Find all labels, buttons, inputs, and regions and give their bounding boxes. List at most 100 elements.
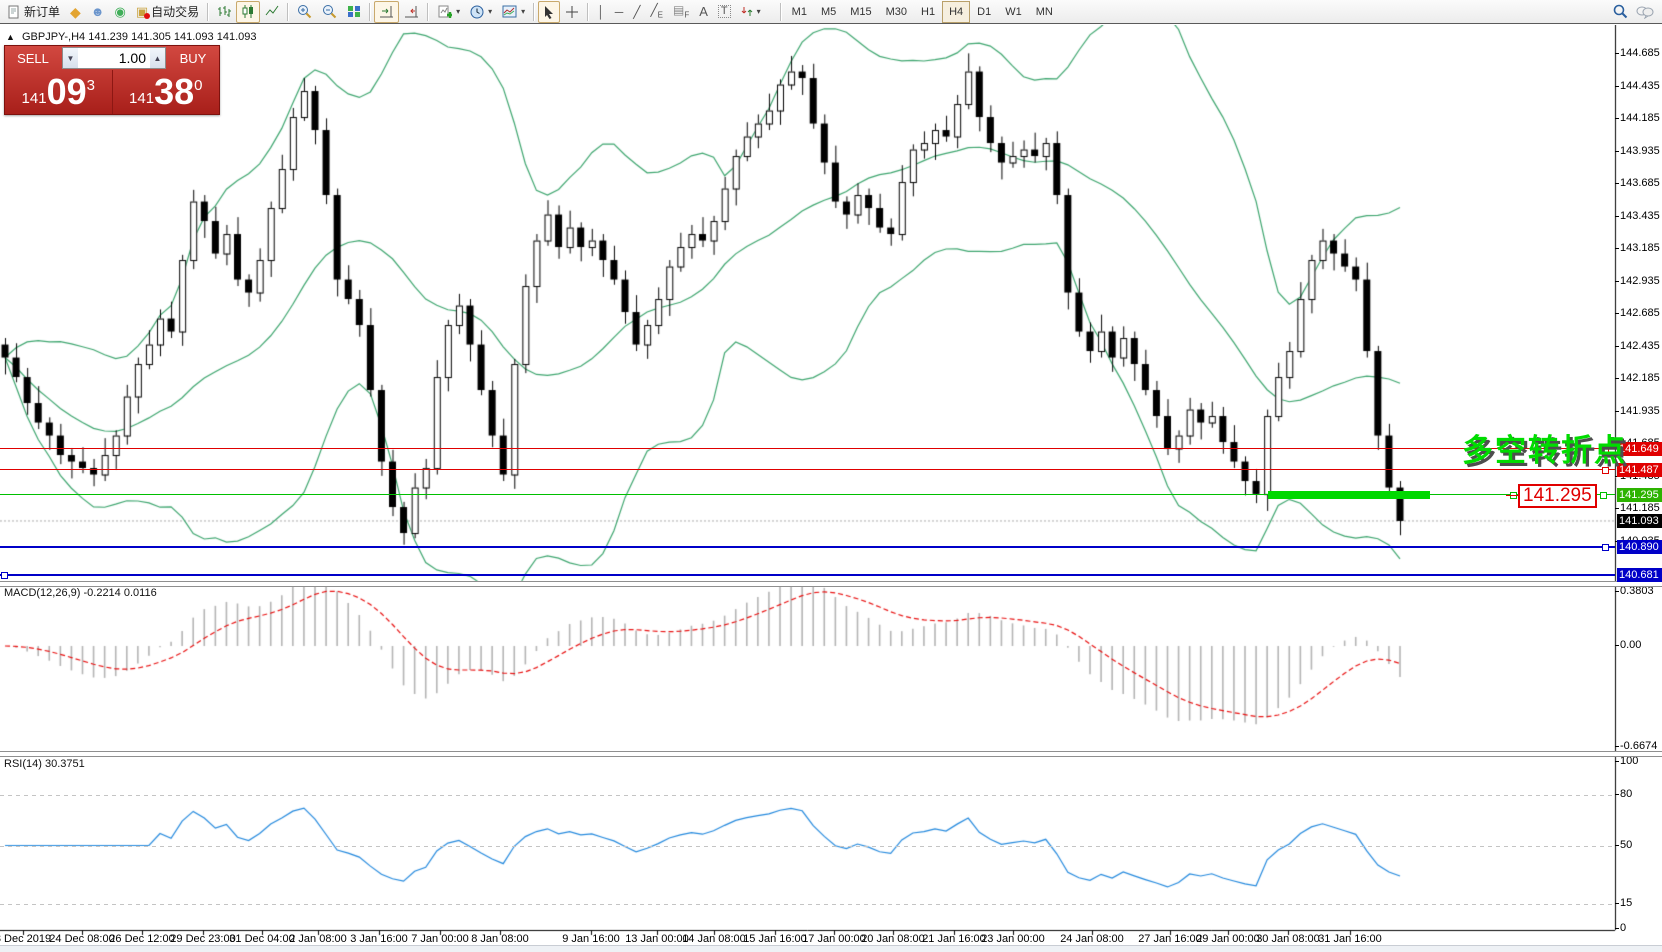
- pane-separator[interactable]: [0, 751, 1662, 757]
- dropdown-arrow-icon[interactable]: ▾: [521, 7, 525, 16]
- collapse-triangle-icon[interactable]: ▲: [6, 32, 15, 42]
- periods-button[interactable]: ▾: [465, 1, 497, 23]
- template-icon: [502, 5, 517, 18]
- new-order-label: 新订单: [24, 3, 60, 20]
- time-tick-label: 7 Jan 00:00: [411, 933, 469, 945]
- fibonacci-tool-button[interactable]: ▤F: [668, 1, 694, 23]
- indicators-button[interactable]: ▾: [432, 1, 465, 23]
- time-tick-label: 8 Jan 08:00: [471, 933, 529, 945]
- time-tick-label: 27 Jan 16:00: [1138, 933, 1202, 945]
- price-marker-141.295: 141.295: [1617, 488, 1662, 502]
- auto-scroll-button[interactable]: [374, 1, 399, 23]
- autotrading-button[interactable]: ▣ 自动交易: [131, 1, 204, 23]
- zoom-out-button[interactable]: [317, 1, 342, 23]
- cursor-tool-button[interactable]: [538, 1, 560, 23]
- separator: [780, 3, 782, 21]
- bar-chart-button[interactable]: [212, 1, 236, 23]
- crosshair-tool-button[interactable]: [560, 1, 584, 23]
- one-click-trading-panel: SELL ▼ 1.00 ▲ BUY 141093 141380: [4, 45, 220, 115]
- zoom-in-icon: [297, 4, 312, 19]
- zoom-out-icon: [322, 4, 337, 19]
- timeframe-d1[interactable]: D1: [970, 1, 998, 23]
- channel-tool-button[interactable]: ╱E: [645, 1, 668, 23]
- timeframe-h4[interactable]: H4: [942, 1, 970, 23]
- tile-windows-button[interactable]: [342, 1, 366, 23]
- price-chart-canvas[interactable]: [0, 25, 1662, 952]
- price-callout-label[interactable]: 141.295: [1518, 484, 1597, 508]
- sell-price-prefix: 141: [22, 90, 47, 107]
- timeframe-mn[interactable]: MN: [1029, 1, 1060, 23]
- horizontal-line-141.649[interactable]: [0, 448, 1615, 449]
- timeframe-h1[interactable]: H1: [914, 1, 942, 23]
- new-order-icon: [7, 5, 21, 19]
- line-chart-button[interactable]: [260, 1, 284, 23]
- search-icon[interactable]: [1613, 4, 1628, 19]
- buy-price-prefix: 141: [129, 90, 154, 107]
- timeframe-m1[interactable]: M1: [785, 1, 814, 23]
- signals-button[interactable]: ◉: [109, 1, 130, 23]
- time-tick-label: 15 Jan 16:00: [743, 933, 807, 945]
- thick-trend-segment[interactable]: [1268, 491, 1430, 499]
- chat-icon[interactable]: [1636, 5, 1654, 19]
- sell-price-button[interactable]: 141093: [5, 70, 113, 114]
- trendline-icon: ╱: [633, 6, 640, 18]
- sell-button[interactable]: SELL: [5, 46, 61, 70]
- chart-shift-icon: [404, 5, 419, 18]
- timeframe-m5[interactable]: M5: [814, 1, 843, 23]
- trendline-tool-button[interactable]: ╱: [628, 1, 645, 23]
- time-tick-label: 31 Jan 16:00: [1318, 933, 1382, 945]
- rsi-tick-label: 0: [1620, 922, 1626, 934]
- timeframe-w1[interactable]: W1: [998, 1, 1029, 23]
- zoom-in-button[interactable]: [292, 1, 317, 23]
- arrows-icon: [741, 5, 753, 18]
- chart-window[interactable]: ▲ GBPJPY-,H4 141.239 141.305 141.093 141…: [0, 25, 1662, 952]
- pane-separator[interactable]: [0, 581, 1662, 587]
- dropdown-arrow-icon[interactable]: ▾: [488, 7, 492, 16]
- crosshair-icon: [565, 5, 579, 19]
- line-handle[interactable]: [1600, 492, 1607, 499]
- price-tick-label: 143.435: [1620, 210, 1660, 222]
- horizontal-line-141.487[interactable]: [0, 469, 1615, 470]
- volume-decrease-button[interactable]: ▼: [63, 48, 78, 68]
- dropdown-arrow-icon[interactable]: ▾: [757, 7, 761, 16]
- templates-button[interactable]: ▾: [497, 1, 530, 23]
- vertical-line-tool-button[interactable]: │: [592, 1, 610, 23]
- buy-button[interactable]: BUY: [167, 46, 219, 70]
- buy-price-pip: 0: [194, 77, 202, 94]
- chart-shift-button[interactable]: [399, 1, 424, 23]
- macd-tick-label: 0.00: [1620, 639, 1641, 651]
- volume-input[interactable]: 1.00: [78, 48, 150, 68]
- bar-open-value: 141.239: [88, 31, 128, 43]
- time-tick-label: 3 Dec 2019: [0, 933, 51, 945]
- candlestick-chart-button[interactable]: [236, 1, 260, 23]
- horizontal-line-140.89[interactable]: [0, 546, 1615, 548]
- mt4-terminal: { "toolbar": { "new_order_label": "新订单",…: [0, 0, 1662, 952]
- price-tick-label: 143.685: [1620, 177, 1660, 189]
- timeframe-m15[interactable]: M15: [843, 1, 878, 23]
- new-order-button[interactable]: 新订单: [2, 1, 65, 23]
- rsi-title: RSI(14): [4, 758, 42, 770]
- volume-increase-button[interactable]: ▲: [150, 48, 165, 68]
- line-handle[interactable]: [1, 572, 8, 579]
- dropdown-arrow-icon[interactable]: ▾: [456, 7, 460, 16]
- buy-price-button[interactable]: 141380: [113, 70, 220, 114]
- chart-annotation-text[interactable]: 多空转折点: [1462, 425, 1627, 470]
- community-button[interactable]: ☻: [86, 1, 110, 23]
- line-handle[interactable]: [1602, 544, 1609, 551]
- horizontal-line-tool-button[interactable]: ─: [610, 1, 629, 23]
- arrows-tool-button[interactable]: ▾: [736, 1, 766, 23]
- autotrading-label: 自动交易: [151, 3, 199, 20]
- price-marker-140.890: 140.890: [1617, 540, 1662, 554]
- text-label-tool-button[interactable]: T: [713, 1, 736, 23]
- separator: [587, 3, 589, 21]
- symbol-period-label: GBPJPY-,H4: [22, 31, 85, 43]
- horizontal-line-140.681[interactable]: [0, 574, 1615, 576]
- metaeditor-button[interactable]: ◆: [65, 1, 86, 23]
- clock-icon: [470, 5, 484, 19]
- time-tick-label: 9 Jan 16:00: [562, 933, 620, 945]
- price-tick-label: 142.935: [1620, 275, 1660, 287]
- sell-price-big: 09: [47, 72, 87, 112]
- price-tick-label: 144.685: [1620, 47, 1660, 59]
- text-tool-button[interactable]: A: [694, 1, 713, 23]
- timeframe-m30[interactable]: M30: [879, 1, 914, 23]
